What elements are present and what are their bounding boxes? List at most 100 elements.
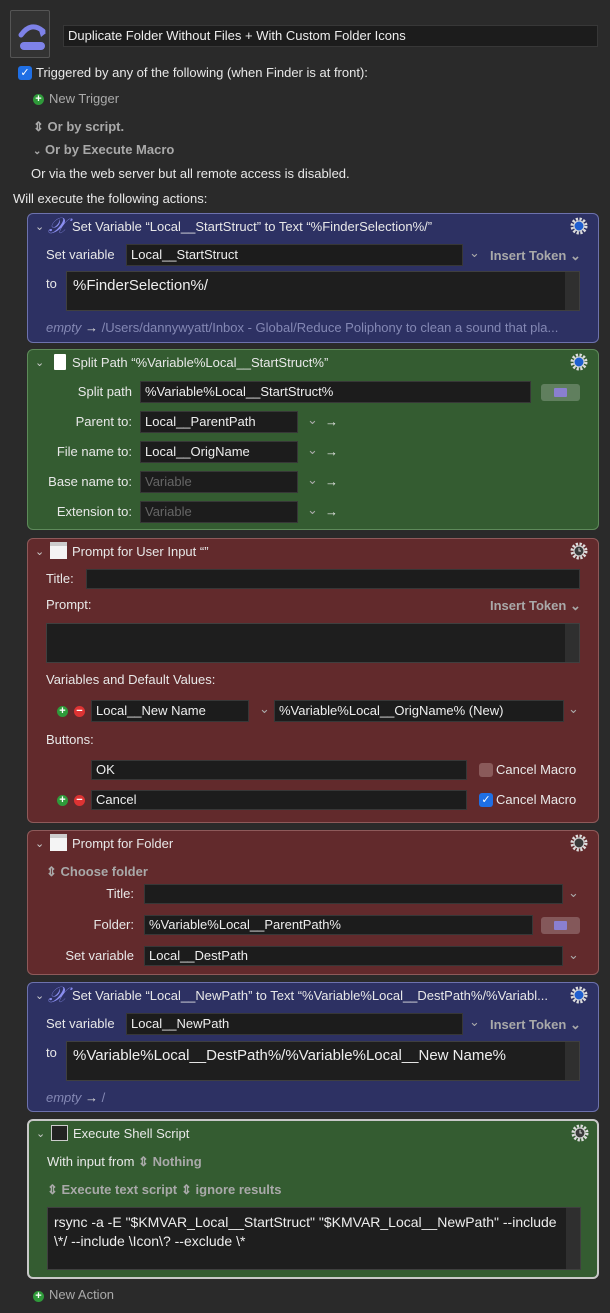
or-by-execute-macro-label: Or by Execute Macro bbox=[45, 142, 175, 157]
gear-icon[interactable] bbox=[569, 216, 589, 236]
scrollbar[interactable] bbox=[565, 1042, 579, 1080]
action-set-variable-startstruct[interactable]: ⌄ 𝒳 Set Variable “Local__StartStruct” to… bbox=[27, 213, 599, 343]
split-path-label: Split path bbox=[77, 384, 132, 399]
or-by-script-toggle[interactable]: ⇕ Or by script. bbox=[33, 119, 124, 135]
action-prompt-for-folder[interactable]: ⌄ Prompt for Folder ⇕ Choose folder Titl… bbox=[27, 830, 599, 975]
variable-dropdown-icon[interactable]: ⌄ bbox=[469, 245, 480, 261]
set-variable-label: Set variable bbox=[46, 1016, 115, 1031]
web-server-note: Or via the web server but all remote acc… bbox=[31, 166, 350, 181]
updown-icon: ⇕ bbox=[33, 119, 44, 134]
buttons-label: Buttons: bbox=[46, 732, 94, 747]
action-title: Prompt for Folder bbox=[72, 836, 174, 851]
insert-token-menu[interactable]: Insert Token ⌄ bbox=[490, 598, 581, 614]
choose-folder-button[interactable] bbox=[541, 917, 580, 934]
action-prompt-user-input[interactable]: ⌄ Prompt for User Input “” Title: Prompt… bbox=[27, 538, 599, 823]
variable-x-icon: 𝒳 bbox=[48, 982, 67, 1007]
document-icon bbox=[54, 354, 66, 370]
default-dropdown-icon[interactable]: ⌄ bbox=[568, 701, 579, 717]
folder-icon bbox=[554, 921, 567, 930]
title-label: Title: bbox=[46, 571, 74, 586]
collapse-chevron-icon[interactable]: ⌄ bbox=[35, 544, 44, 560]
arrow-right-icon: → bbox=[325, 414, 338, 429]
gear-icon[interactable] bbox=[569, 833, 589, 853]
variable-dropdown-icon[interactable]: ⌄ bbox=[469, 1014, 480, 1030]
choose-file-button[interactable] bbox=[541, 384, 580, 401]
choose-folder-mode[interactable]: ⇕ Choose folder bbox=[46, 864, 148, 880]
action-set-variable-newpath[interactable]: ⌄ 𝒳 Set Variable “Local__NewPath” to Tex… bbox=[27, 982, 599, 1112]
split-path-field[interactable]: %Variable%Local__StartStruct% bbox=[140, 381, 531, 403]
insert-token-menu[interactable]: Insert Token ⌄ bbox=[490, 248, 581, 264]
prompt-field[interactable] bbox=[46, 623, 580, 663]
actions-heading: Will execute the following actions: bbox=[13, 191, 208, 206]
extension-dropdown-icon[interactable]: ⌄ bbox=[307, 502, 318, 518]
collapse-chevron-icon[interactable]: ⌄ bbox=[36, 1126, 45, 1142]
base-name-dropdown-icon[interactable]: ⌄ bbox=[307, 472, 318, 488]
triggers-enabled-checkbox[interactable]: ✓ bbox=[18, 66, 32, 80]
to-label: to bbox=[46, 276, 57, 291]
title-field[interactable] bbox=[144, 884, 563, 904]
add-variable-icon[interactable]: + bbox=[57, 706, 68, 717]
gear-clock-icon[interactable] bbox=[569, 541, 589, 561]
cancel-macro-checkbox-cancel[interactable]: ✓ bbox=[479, 793, 493, 807]
script-field[interactable]: rsync -a -E "$KMVAR_Local__StartStruct" … bbox=[47, 1207, 581, 1270]
input-from-row: With input from ⇕ Nothing bbox=[47, 1154, 202, 1169]
variable-name-field[interactable]: Local__NewPath bbox=[126, 1013, 463, 1035]
collapse-chevron-icon[interactable]: ⌄ bbox=[35, 988, 44, 1004]
macro-icon[interactable] bbox=[10, 10, 50, 58]
variable-dropdown-icon[interactable]: ⌄ bbox=[259, 701, 270, 717]
remove-button-icon[interactable]: − bbox=[74, 795, 85, 806]
title-field[interactable] bbox=[86, 569, 580, 589]
add-button-icon[interactable]: + bbox=[57, 795, 68, 806]
insert-token-menu[interactable]: Insert Token ⌄ bbox=[490, 1017, 581, 1033]
new-trigger-link[interactable]: New Trigger bbox=[49, 91, 119, 107]
collapse-chevron-icon[interactable]: ⌄ bbox=[35, 219, 44, 235]
cancel-macro-checkbox-ok[interactable] bbox=[479, 763, 493, 777]
button-cancel-field[interactable]: Cancel bbox=[91, 790, 467, 810]
variable-default-field[interactable]: %Variable%Local__OrigName% (New) bbox=[274, 700, 564, 722]
arrow-right-icon: → bbox=[325, 474, 338, 489]
button-ok-field[interactable]: OK bbox=[91, 760, 467, 780]
variable-dropdown-icon[interactable]: ⌄ bbox=[568, 947, 579, 963]
new-action-link[interactable]: New Action bbox=[49, 1287, 114, 1303]
input-source-select[interactable]: ⇕ Nothing bbox=[138, 1154, 202, 1169]
gear-icon[interactable] bbox=[569, 985, 589, 1005]
preview-text: empty → /Users/dannywyatt/Inbox - Global… bbox=[46, 320, 559, 335]
arrow-right-icon: → bbox=[325, 444, 338, 459]
macro-redo-icon bbox=[18, 24, 46, 50]
variable-field[interactable]: Local__DestPath bbox=[144, 946, 563, 966]
scrollbar[interactable] bbox=[566, 1208, 580, 1269]
scrollbar[interactable] bbox=[565, 624, 579, 662]
action-title: Prompt for User Input “” bbox=[72, 544, 209, 559]
text-value-field[interactable]: %FinderSelection%/ bbox=[66, 271, 580, 311]
parent-field[interactable]: Local__ParentPath bbox=[140, 411, 298, 433]
chevron-down-icon: ⌄ bbox=[33, 146, 42, 157]
cancel-macro-label: Cancel Macro bbox=[496, 792, 577, 807]
macro-title-field[interactable]: Duplicate Folder Without Files + With Cu… bbox=[63, 25, 598, 47]
collapse-chevron-icon[interactable]: ⌄ bbox=[35, 355, 44, 371]
action-execute-shell-script[interactable]: ⌄ Execute Shell Script With input from ⇕… bbox=[27, 1119, 599, 1279]
variable-name-field[interactable]: Local__StartStruct bbox=[126, 244, 463, 266]
variable-name-field[interactable]: Local__New Name bbox=[91, 700, 249, 722]
scrollbar[interactable] bbox=[565, 272, 579, 310]
or-by-execute-macro-toggle[interactable]: ⌄ Or by Execute Macro bbox=[33, 142, 174, 160]
file-name-dropdown-icon[interactable]: ⌄ bbox=[307, 442, 318, 458]
title-dropdown-icon[interactable]: ⌄ bbox=[568, 885, 579, 901]
file-name-field[interactable]: Local__OrigName bbox=[140, 441, 298, 463]
base-name-field[interactable]: Variable bbox=[140, 471, 298, 493]
gear-clock-icon[interactable] bbox=[570, 1123, 590, 1143]
new-action-plus-icon[interactable]: + bbox=[33, 1291, 44, 1302]
new-trigger-plus-icon[interactable]: + bbox=[33, 94, 44, 105]
base-name-label: Base name to: bbox=[48, 474, 132, 489]
collapse-chevron-icon[interactable]: ⌄ bbox=[35, 836, 44, 852]
gear-icon[interactable] bbox=[569, 352, 589, 372]
folder-field[interactable]: %Variable%Local__ParentPath% bbox=[144, 915, 533, 935]
action-title: Split Path “%Variable%Local__StartStruct… bbox=[72, 355, 329, 370]
text-value-field[interactable]: %Variable%Local__DestPath%/%Variable%Loc… bbox=[66, 1041, 580, 1081]
extension-field[interactable]: Variable bbox=[140, 501, 298, 523]
execute-mode-select[interactable]: ⇕ Execute text script bbox=[47, 1182, 177, 1198]
results-mode-select[interactable]: ⇕ ignore results bbox=[181, 1182, 281, 1198]
arrow-right-icon: → bbox=[325, 504, 338, 519]
remove-variable-icon[interactable]: − bbox=[74, 706, 85, 717]
parent-dropdown-icon[interactable]: ⌄ bbox=[307, 412, 318, 428]
action-split-path[interactable]: ⌄ Split Path “%Variable%Local__StartStru… bbox=[27, 349, 599, 530]
